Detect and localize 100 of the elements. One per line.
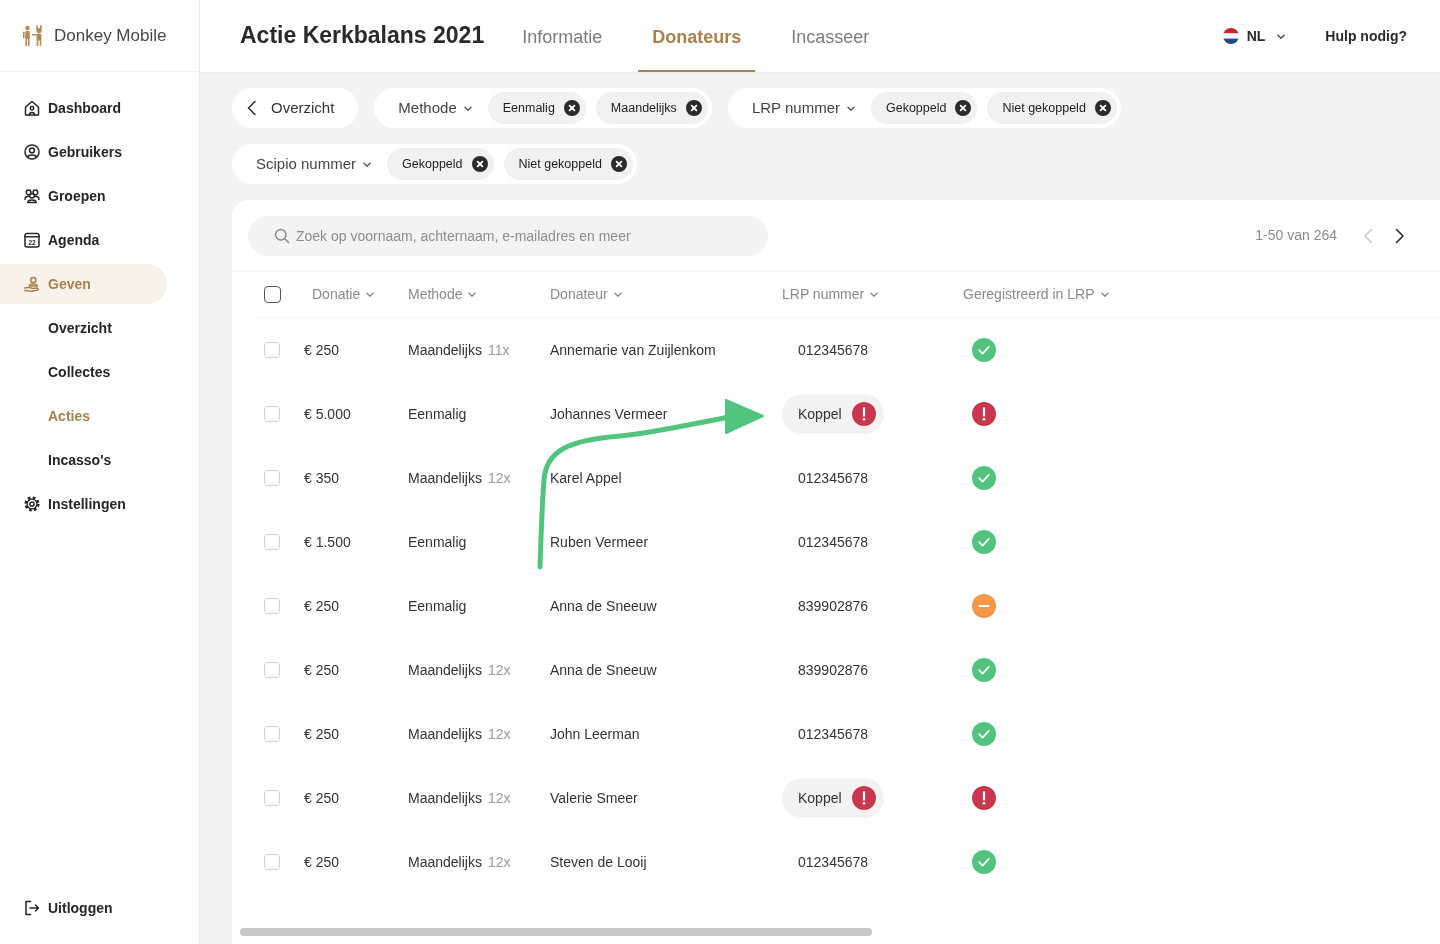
table-cell-text: 012345678 bbox=[797, 533, 869, 550]
caret-icon bbox=[363, 161, 372, 167]
table-cell: Eenmalig bbox=[408, 533, 467, 550]
table-cell: Anna de Sneeuw bbox=[550, 661, 657, 678]
row-checkbox[interactable] bbox=[264, 854, 280, 870]
remove-icon[interactable] bbox=[1094, 100, 1111, 116]
remove-icon[interactable] bbox=[471, 156, 488, 172]
row-checkbox[interactable] bbox=[264, 662, 280, 678]
caret-icon bbox=[870, 292, 879, 297]
filter-dropdown[interactable]: Methode bbox=[398, 96, 472, 120]
table-cell: Maandelijks bbox=[408, 661, 482, 678]
table-cell: Eenmalig bbox=[408, 405, 467, 422]
home-icon bbox=[24, 100, 40, 116]
table-cell: Maandelijks bbox=[408, 341, 482, 358]
filter-chip[interactable]: Niet gekoppeld bbox=[987, 92, 1117, 124]
column-header[interactable]: Donateur bbox=[550, 284, 622, 305]
table-cell-text: 012345678 bbox=[797, 725, 869, 742]
nav-subitem[interactable]: Acties bbox=[0, 396, 167, 436]
group-icon bbox=[24, 188, 40, 204]
next-page-button[interactable] bbox=[1395, 227, 1405, 244]
table-cell: € 1.500 bbox=[304, 533, 351, 550]
nav-item[interactable]: Dashboard bbox=[0, 88, 167, 128]
row-checkbox[interactable] bbox=[264, 534, 280, 550]
alert-icon bbox=[851, 786, 876, 810]
scrollbar-thumb[interactable] bbox=[240, 928, 872, 936]
link-button[interactable]: Koppel bbox=[782, 778, 884, 818]
page-range: 1-50 van 264 bbox=[1255, 226, 1337, 245]
table-cell: Steven de Looij bbox=[550, 853, 647, 870]
nav-item[interactable]: Gebruikers bbox=[0, 132, 167, 172]
table-cell: Valerie Smeer bbox=[550, 789, 638, 806]
nav-subitem[interactable]: Overzicht bbox=[0, 308, 167, 348]
table-cell: Ruben Vermeer bbox=[550, 533, 649, 550]
row-checkbox[interactable] bbox=[264, 470, 280, 486]
column-header[interactable]: LRP nummer bbox=[782, 284, 879, 305]
hand-person-icon bbox=[24, 276, 40, 292]
table-cell: Anna de Sneeuw bbox=[550, 597, 657, 614]
caret-icon bbox=[1277, 33, 1286, 39]
row-checkbox[interactable] bbox=[264, 726, 280, 742]
table-cell: € 250 bbox=[304, 341, 340, 358]
logout-icon bbox=[24, 900, 40, 916]
row-checkbox[interactable] bbox=[264, 598, 280, 614]
row-checkbox[interactable] bbox=[264, 342, 280, 358]
nav-subitem[interactable]: Collectes bbox=[0, 352, 167, 392]
filter-dropdown[interactable]: LRP nummer bbox=[751, 96, 855, 120]
remove-icon[interactable] bbox=[685, 100, 702, 116]
table-cell-text: 012345678 bbox=[797, 341, 869, 358]
page-title: Actie Kerkbalans 2021 bbox=[240, 22, 485, 50]
filter-chip[interactable]: Gekoppeld bbox=[870, 92, 978, 124]
back-button[interactable]: Overzicht bbox=[232, 88, 359, 128]
installment-count: 11x bbox=[487, 341, 510, 358]
user-circle-icon bbox=[24, 144, 40, 160]
table-cell: € 250 bbox=[304, 661, 340, 678]
column-header[interactable]: Methode bbox=[408, 284, 477, 305]
logout-link[interactable]: Uitloggen bbox=[0, 888, 167, 928]
table-cell: € 5.000 bbox=[304, 405, 351, 422]
caret-icon bbox=[468, 292, 477, 297]
installment-count: 12x bbox=[487, 469, 511, 486]
column-header[interactable]: Donatie bbox=[312, 284, 375, 305]
installment-count: 12x bbox=[487, 661, 511, 678]
column-header[interactable]: Geregistreerd in LRP bbox=[963, 284, 1109, 305]
table-cell: € 250 bbox=[304, 789, 340, 806]
table-cell: € 250 bbox=[304, 725, 340, 742]
help-link[interactable]: Hulp nodig? bbox=[1325, 25, 1407, 47]
caret-icon bbox=[1100, 292, 1109, 297]
table-cell-text: 839902876 bbox=[797, 597, 869, 614]
nav-item[interactable]: Instellingen bbox=[0, 484, 167, 524]
tab[interactable]: Donateurs bbox=[638, 0, 756, 72]
chevron-right-icon bbox=[1395, 227, 1405, 244]
remove-icon[interactable] bbox=[563, 100, 580, 116]
caret-icon bbox=[846, 105, 855, 111]
tab[interactable]: Informatie bbox=[508, 0, 617, 72]
search-field[interactable]: Zoek op voornaam, achternaam, e-mailadres en meer bbox=[248, 215, 768, 256]
table-cell-text: 839902876 bbox=[797, 661, 869, 678]
language-dropdown[interactable]: NL bbox=[1222, 25, 1286, 47]
link-button[interactable]: Koppel bbox=[782, 394, 884, 434]
nav-subitem[interactable]: Incasso's bbox=[0, 440, 167, 480]
row-checkbox[interactable] bbox=[264, 790, 280, 806]
flag-icon bbox=[1222, 28, 1239, 44]
table-cell-text: 012345678 bbox=[797, 853, 869, 870]
filter-chip[interactable]: Maandelijks bbox=[595, 92, 708, 124]
brand-name: Donkey Mobile bbox=[54, 24, 167, 47]
filter-chip[interactable]: Niet gekoppeld bbox=[503, 148, 633, 180]
table-cell: Eenmalig bbox=[408, 597, 467, 614]
remove-icon[interactable] bbox=[610, 156, 627, 172]
table-cell: Maandelijks bbox=[408, 853, 482, 870]
table-cell: Johannes Vermeer bbox=[550, 405, 668, 422]
table-cell: Maandelijks bbox=[408, 725, 482, 742]
nav-item[interactable]: Groepen bbox=[0, 176, 167, 216]
filter-dropdown[interactable]: Scipio nummer bbox=[256, 152, 372, 176]
filter-chip[interactable]: Gekoppeld bbox=[387, 148, 494, 180]
table-cell: € 350 bbox=[304, 469, 340, 486]
search-icon bbox=[274, 227, 290, 244]
tab[interactable]: Incasseer bbox=[777, 0, 884, 72]
table-cell-text: 012345678 bbox=[797, 469, 869, 486]
select-all-checkbox[interactable] bbox=[264, 286, 281, 303]
row-checkbox[interactable] bbox=[264, 406, 280, 422]
remove-icon[interactable] bbox=[955, 100, 972, 116]
filter-chip[interactable]: Eenmalig bbox=[487, 92, 586, 124]
table-cell: € 250 bbox=[304, 597, 340, 614]
alert-icon bbox=[851, 402, 876, 426]
